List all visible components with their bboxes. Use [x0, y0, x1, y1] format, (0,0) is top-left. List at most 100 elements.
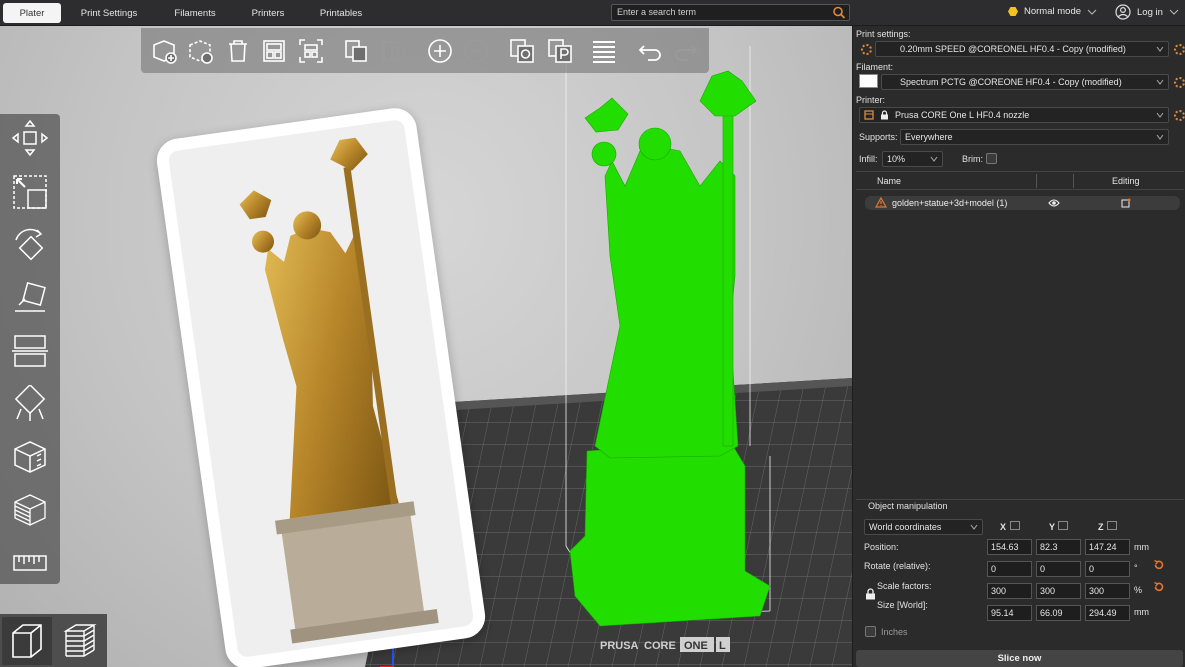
rotate-y-input[interactable]: 0: [1036, 561, 1081, 577]
name-column-header[interactable]: Name: [877, 176, 901, 186]
scale-x-input[interactable]: 300: [987, 583, 1032, 599]
paste-icon[interactable]: [379, 36, 409, 66]
main-toolbar: [141, 28, 709, 73]
rotate-unit: °: [1134, 563, 1138, 573]
search-icon[interactable]: [832, 6, 846, 19]
object-list-header: Name Editing: [856, 171, 1184, 190]
infill-combo[interactable]: 10%: [882, 151, 943, 167]
size-y-input[interactable]: 66.09: [1036, 605, 1081, 621]
copy-icon[interactable]: [341, 36, 371, 66]
printer-combo[interactable]: Prusa CORE One L HF0.4 nozzle: [859, 107, 1169, 123]
chevron-down-icon: [930, 156, 938, 162]
remove-instance-icon[interactable]: [461, 36, 491, 66]
rotate-x-input[interactable]: 0: [987, 561, 1032, 577]
chevron-down-icon: [1156, 134, 1164, 140]
brim-checkbox[interactable]: [986, 153, 997, 164]
print-settings-combo[interactable]: 0.20mm SPEED @COREONEL HF0.4 - Copy (mod…: [875, 41, 1169, 57]
split-objects-icon[interactable]: [507, 36, 537, 66]
slice-now-button[interactable]: Slice now: [856, 650, 1183, 667]
inches-checkbox[interactable]: [865, 626, 876, 637]
chevron-down-icon: [1087, 9, 1097, 15]
chevron-down-icon: [1169, 9, 1179, 15]
lock-icon[interactable]: [865, 588, 876, 600]
rotate-icon[interactable]: [9, 224, 51, 266]
position-label: Position:: [864, 542, 899, 552]
reset-scale-icon[interactable]: [1153, 581, 1165, 593]
edit-filament-icon[interactable]: [1174, 77, 1185, 88]
top-bar: Plater Print Settings Filaments Printers…: [0, 0, 1185, 26]
infill-label: Infill:: [859, 154, 878, 164]
scale-icon[interactable]: [9, 171, 51, 213]
printer-value: Prusa CORE One L HF0.4 nozzle: [895, 110, 1030, 120]
undo-icon[interactable]: [635, 36, 665, 66]
tab-printables[interactable]: Printables: [312, 3, 370, 23]
tab-print-settings[interactable]: Print Settings: [72, 3, 146, 23]
supports-combo[interactable]: Everywhere: [900, 129, 1169, 145]
axis-x-label: X: [1000, 522, 1007, 532]
tab-plater[interactable]: Plater: [3, 3, 61, 23]
bed-brand-d: L: [719, 640, 726, 652]
chevron-down-icon: [970, 524, 978, 530]
size-x-input[interactable]: 95.14: [987, 605, 1032, 621]
position-unit: mm: [1134, 542, 1149, 552]
3d-view-icon[interactable]: [2, 617, 52, 665]
infill-value: 10%: [887, 154, 906, 164]
measure-icon[interactable]: [9, 542, 51, 584]
filament-value: Spectrum PCTG @COREONE HF0.4 - Copy (mod…: [900, 77, 1122, 87]
object-manipulation-title: Object manipulation: [868, 501, 948, 511]
position-y-input[interactable]: 82.3: [1036, 539, 1081, 555]
login-button[interactable]: Log in: [1115, 4, 1179, 20]
arrange-icon[interactable]: [259, 36, 289, 66]
filament-combo[interactable]: Spectrum PCTG @COREONE HF0.4 - Copy (mod…: [881, 74, 1169, 90]
scale-z-input[interactable]: 300: [1085, 583, 1130, 599]
rotate-z-input[interactable]: 0: [1085, 561, 1130, 577]
layers-editing-icon[interactable]: [589, 36, 619, 66]
size-z-input[interactable]: 294.49: [1085, 605, 1130, 621]
add-icon[interactable]: [149, 36, 179, 66]
bed-brand-b: CORE: [644, 640, 676, 652]
coordinates-combo[interactable]: World coordinates: [864, 519, 983, 535]
redo-icon[interactable]: [671, 36, 701, 66]
paint-supports-icon[interactable]: [9, 383, 51, 425]
warning-icon[interactable]: [875, 197, 887, 208]
arrange-selection-icon[interactable]: [296, 36, 326, 66]
place-on-face-icon[interactable]: [9, 277, 51, 319]
edit-settings-icon[interactable]: [1121, 198, 1131, 208]
inches-label: Inches: [881, 627, 908, 637]
seam-painting-icon[interactable]: [9, 436, 51, 478]
delete-all-icon[interactable]: [223, 36, 253, 66]
variable-layer-icon[interactable]: [9, 489, 51, 531]
position-z-input[interactable]: 147.24: [1085, 539, 1130, 555]
add-instance-icon[interactable]: [425, 36, 455, 66]
rotate-label: Rotate (relative):: [864, 561, 931, 571]
filament-label: Filament:: [856, 62, 894, 72]
axis-z-label: Z: [1098, 522, 1104, 532]
edit-printer-icon[interactable]: [1174, 110, 1185, 121]
preview-icon[interactable]: [55, 617, 105, 665]
object-list-row[interactable]: golden+statue+3d+model (1): [865, 196, 1180, 210]
login-label: Log in: [1137, 6, 1163, 18]
tab-printers[interactable]: Printers: [240, 3, 296, 23]
tab-filaments[interactable]: Filaments: [164, 3, 226, 23]
cut-icon[interactable]: [9, 330, 51, 372]
filament-color-swatch[interactable]: [859, 74, 878, 88]
move-icon[interactable]: [9, 117, 51, 159]
search-placeholder: Enter a search term: [617, 7, 697, 17]
edit-preset-icon[interactable]: [1174, 44, 1185, 55]
split-parts-icon[interactable]: [545, 36, 575, 66]
search-input[interactable]: Enter a search term: [611, 4, 850, 21]
gizmo-sidebar: [0, 114, 60, 584]
printer-icon: [864, 110, 874, 120]
3d-viewport[interactable]: PRUSA CORE ONE L: [0, 26, 852, 667]
size-unit: mm: [1134, 607, 1149, 617]
printer-label: Printer:: [856, 95, 886, 105]
position-x-input[interactable]: 154.63: [987, 539, 1032, 555]
eye-icon[interactable]: [1048, 198, 1060, 208]
delete-icon[interactable]: [185, 36, 215, 66]
mode-selector[interactable]: Normal mode: [1008, 6, 1097, 17]
reset-rotation-icon[interactable]: [1153, 559, 1165, 571]
mode-label: Normal mode: [1024, 6, 1082, 17]
print-settings-value: 0.20mm SPEED @COREONEL HF0.4 - Copy (mod…: [900, 44, 1126, 54]
scale-y-input[interactable]: 300: [1036, 583, 1081, 599]
editing-column-header[interactable]: Editing: [1112, 176, 1140, 186]
